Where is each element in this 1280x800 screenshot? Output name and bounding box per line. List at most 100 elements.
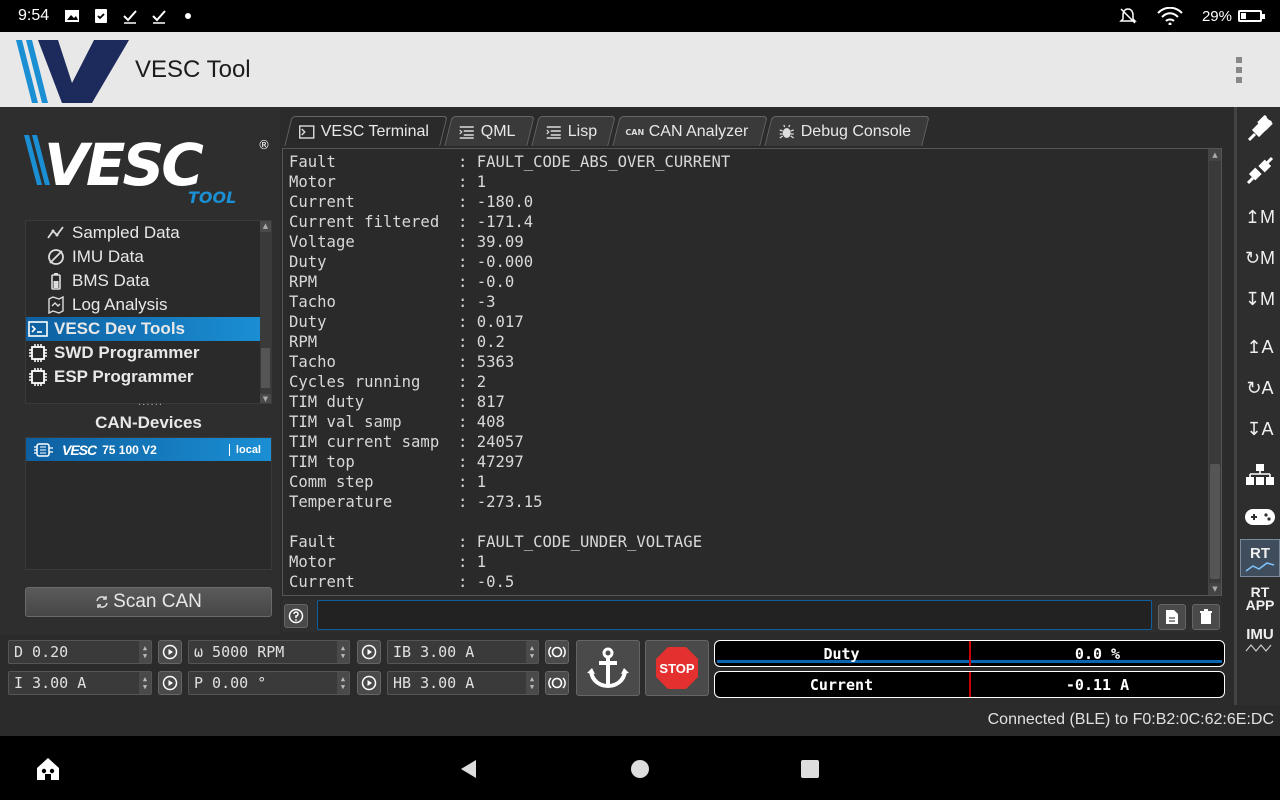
connection-status: Connected (BLE) to F0:B2:0C:62:6E:DC bbox=[987, 711, 1274, 728]
rpm-value: ω 5000 RPM bbox=[194, 643, 285, 661]
chip-icon bbox=[28, 367, 48, 387]
terminal-text: Fault : FAULT_CODE_ABS_OVER_CURRENT Motor… bbox=[289, 152, 730, 592]
set-handbrake-button[interactable] bbox=[545, 671, 569, 695]
write-app-config-button[interactable]: ↧A bbox=[1240, 411, 1280, 447]
local-badge: local bbox=[228, 443, 267, 456]
tab-qml[interactable]: QML bbox=[444, 116, 535, 146]
recents-icon bbox=[801, 760, 819, 778]
home-circle-button[interactable] bbox=[627, 756, 653, 782]
sidebar-item-esp-programmer[interactable]: ESP Programmer bbox=[26, 365, 262, 389]
gamepad-button[interactable] bbox=[1240, 499, 1280, 535]
can-device-logo: VESC bbox=[62, 441, 97, 458]
tab-label: CAN Analyzer bbox=[649, 122, 749, 140]
duty-spinbox[interactable]: D 0.20 ▲ ▼ bbox=[8, 640, 152, 664]
set-position-button[interactable] bbox=[357, 671, 381, 695]
sidebar-item-bms-data[interactable]: BMS Data bbox=[26, 269, 262, 293]
set-duty-button[interactable] bbox=[158, 640, 182, 664]
save-log-button[interactable] bbox=[1158, 604, 1186, 630]
anchor-button[interactable] bbox=[576, 640, 640, 696]
clipboard-check-icon bbox=[92, 7, 110, 25]
overflow-menu-icon[interactable] bbox=[1236, 56, 1244, 83]
tab-lisp[interactable]: Lisp bbox=[531, 116, 616, 146]
tab-debug-console[interactable]: Debug Console bbox=[764, 116, 930, 146]
brake-current-spinbox[interactable]: IB 3.00 A ▲ ▼ bbox=[387, 640, 539, 664]
sidebar-item-log-analysis[interactable]: Log Analysis bbox=[26, 293, 262, 317]
scroll-down-icon[interactable]: ▼ bbox=[1209, 583, 1221, 595]
terminal-line: Duty : -0.000 bbox=[289, 253, 534, 271]
connect-button[interactable] bbox=[1240, 111, 1280, 147]
imu-wave-icon bbox=[1245, 643, 1272, 652]
rt-data-button[interactable]: RT bbox=[1240, 539, 1280, 577]
set-rpm-button[interactable] bbox=[357, 640, 381, 664]
scroll-thumb[interactable] bbox=[1210, 464, 1220, 579]
scroll-down-icon[interactable]: ▼ bbox=[260, 394, 271, 403]
spin-arrows[interactable]: ▲ ▼ bbox=[139, 672, 151, 694]
current-gauge-label: Current bbox=[809, 676, 874, 694]
rt-app-data-button[interactable]: RT APP bbox=[1240, 581, 1280, 617]
splitter-handle[interactable]: ...... bbox=[138, 397, 163, 408]
imu-data-button[interactable]: IMU bbox=[1240, 621, 1280, 657]
back-button[interactable] bbox=[456, 756, 482, 782]
sidebar-scrollbar[interactable]: ▲ ▼ bbox=[260, 221, 271, 403]
battery-icon bbox=[46, 271, 66, 291]
terminal-line: TIM top : 47297 bbox=[289, 453, 524, 471]
refresh-icon bbox=[95, 595, 109, 609]
terminal-line: Motor : 1 bbox=[289, 173, 487, 191]
read-motor-config-button[interactable]: ↥M bbox=[1240, 199, 1280, 235]
sidebar-item-imu-data[interactable]: IMU Data bbox=[26, 245, 262, 269]
tab-vesc-terminal[interactable]: VESC Terminal bbox=[284, 116, 448, 146]
terminal-line: Current : -180.0 bbox=[289, 193, 534, 211]
recents-button[interactable] bbox=[797, 756, 823, 782]
rt-chart-icon bbox=[1245, 561, 1275, 572]
spin-arrows[interactable]: ▲ ▼ bbox=[337, 672, 349, 694]
can-forward-button[interactable] bbox=[1240, 457, 1280, 493]
vesc-logo bbox=[16, 39, 129, 103]
spin-arrows[interactable]: ▲ ▼ bbox=[526, 672, 538, 694]
scroll-up-icon[interactable]: ▲ bbox=[1209, 149, 1221, 161]
spin-arrows[interactable]: ▲ ▼ bbox=[139, 641, 151, 663]
sidebar-item-label: SWD Programmer bbox=[54, 343, 200, 362]
chip-icon bbox=[28, 343, 48, 363]
terminal-command-input[interactable] bbox=[317, 600, 1152, 630]
brake-icon bbox=[548, 677, 566, 689]
current-spinbox[interactable]: I 3.00 A ▲ ▼ bbox=[8, 671, 152, 695]
set-brake-button[interactable] bbox=[545, 640, 569, 664]
home-button[interactable] bbox=[35, 756, 61, 782]
clear-terminal-button[interactable] bbox=[1192, 604, 1220, 630]
position-spinbox[interactable]: P 0.00 ° ▲ ▼ bbox=[188, 671, 350, 695]
scan-can-button[interactable]: Scan CAN bbox=[25, 587, 272, 617]
handbrake-current-spinbox[interactable]: HB 3.00 A ▲ ▼ bbox=[387, 671, 539, 695]
stop-button[interactable]: STOP bbox=[645, 640, 709, 696]
help-button[interactable] bbox=[284, 604, 308, 628]
terminal-scrollbar[interactable]: ▲ ▼ bbox=[1208, 149, 1221, 595]
set-current-button[interactable] bbox=[158, 671, 182, 695]
spin-arrows[interactable]: ▲ ▼ bbox=[337, 641, 349, 663]
read-default-motor-config-button[interactable]: ↻M bbox=[1240, 240, 1280, 276]
sampled-data-icon bbox=[46, 223, 66, 243]
rpm-spinbox[interactable]: ω 5000 RPM ▲ ▼ bbox=[188, 640, 350, 664]
duty-value: D 0.20 bbox=[14, 643, 69, 661]
play-icon bbox=[361, 644, 377, 660]
scroll-up-icon[interactable]: ▲ bbox=[260, 221, 271, 232]
sidebar-item-vesc-dev-tools[interactable]: VESC Dev Tools bbox=[26, 317, 262, 341]
read-default-app-config-button[interactable]: ↻A bbox=[1240, 370, 1280, 406]
terminal-line: Comm step : 1 bbox=[289, 473, 487, 491]
dot-icon bbox=[179, 7, 197, 25]
can-device-list: VESC 75 100 V2 local bbox=[25, 437, 272, 570]
check-icon bbox=[150, 7, 168, 25]
gallery-icon bbox=[63, 7, 81, 25]
terminal-output[interactable]: Fault : FAULT_CODE_ABS_OVER_CURRENT Motor… bbox=[282, 148, 1222, 596]
terminal-line: TIM duty : 817 bbox=[289, 393, 505, 411]
sidebar-item-sampled-data[interactable]: Sampled Data bbox=[26, 221, 262, 245]
scroll-thumb[interactable] bbox=[261, 348, 270, 388]
stop-label: STOP bbox=[659, 661, 694, 676]
terminal-icon bbox=[299, 124, 315, 140]
disconnect-button[interactable] bbox=[1240, 153, 1280, 189]
write-motor-config-button[interactable]: ↧M bbox=[1240, 281, 1280, 317]
tab-can-analyzer[interactable]: CAN CAN Analyzer bbox=[612, 116, 768, 146]
spin-arrows[interactable]: ▲ ▼ bbox=[526, 641, 538, 663]
status-bar: 9:54 29% bbox=[0, 0, 1280, 32]
read-app-config-button[interactable]: ↥A bbox=[1240, 329, 1280, 365]
can-device-item[interactable]: VESC 75 100 V2 local bbox=[26, 438, 271, 461]
sidebar-item-swd-programmer[interactable]: SWD Programmer bbox=[26, 341, 262, 365]
